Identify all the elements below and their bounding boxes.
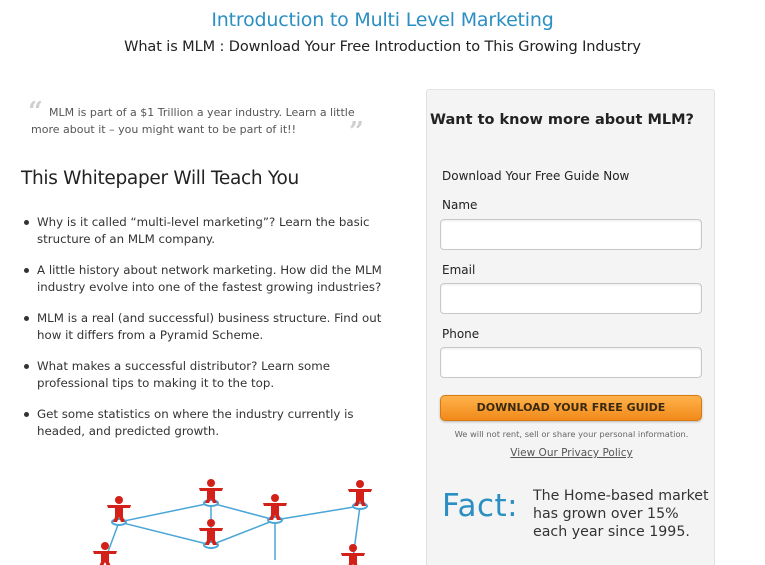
teach-item: MLM is a real (and successful) business … xyxy=(22,310,382,343)
email-label: Email xyxy=(442,263,476,277)
teach-list: Why is it called “multi-level marketing”… xyxy=(22,214,382,454)
form-heading: Want to know more about MLM? xyxy=(430,112,694,128)
teach-item: A little history about network marketing… xyxy=(22,262,382,295)
privacy-policy-link[interactable]: View Our Privacy Policy xyxy=(427,447,716,459)
teach-item: Why is it called “multi-level marketing”… xyxy=(22,214,382,247)
name-field[interactable] xyxy=(440,219,702,250)
privacy-note: We will not rent, sell or share your per… xyxy=(454,429,689,439)
mlm-network-people-icon xyxy=(93,479,372,565)
form-subheading: Download Your Free Guide Now xyxy=(442,169,630,183)
teach-heading: This Whitepaper Will Teach You xyxy=(21,168,299,189)
phone-field[interactable] xyxy=(440,347,702,378)
lead-form-panel: Want to know more about MLM? Download Yo… xyxy=(426,89,715,565)
fact-label: Fact: xyxy=(442,488,519,524)
phone-label: Phone xyxy=(442,327,480,341)
name-label: Name xyxy=(442,198,478,212)
fact-text: The Home-based market has grown over 15%… xyxy=(533,488,709,540)
teach-item: Get some statistics on where the industr… xyxy=(22,406,382,439)
intro-quote: MLM is part of a $1 Trillion a year indu… xyxy=(31,106,355,136)
email-field[interactable] xyxy=(440,283,702,314)
download-guide-button[interactable]: DOWNLOAD YOUR FREE GUIDE xyxy=(440,395,702,421)
landing-page: Introduction to Multi Level Marketing Wh… xyxy=(0,0,765,565)
teach-item: What makes a successful distributor? Lea… xyxy=(22,358,382,391)
page-subtitle: What is MLM : Download Your Free Introdu… xyxy=(124,39,641,55)
quote-close-icon: ” xyxy=(349,117,364,147)
page-title: Introduction to Multi Level Marketing xyxy=(211,9,554,31)
